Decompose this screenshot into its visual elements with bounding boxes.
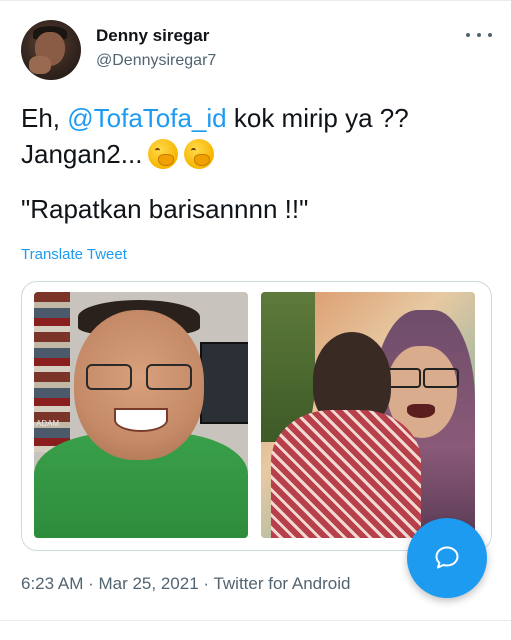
tweet-line-1: Eh, @TofaTofa_id kok mirip ya ?? — [21, 100, 491, 136]
tweet-text-suffix: kok mirip ya ?? — [226, 103, 409, 133]
tweet-timestamp[interactable]: 6:23 AM · Mar 25, 2021 · Twitter for And… — [21, 574, 350, 594]
mention-link[interactable]: @TofaTofa_id — [67, 103, 226, 133]
chat-bubble-icon — [435, 546, 459, 569]
media-container: ADAM — [21, 281, 492, 551]
top-divider — [0, 0, 511, 1]
avatar[interactable] — [21, 20, 81, 80]
hand-over-mouth-emoji — [148, 139, 179, 169]
photo-right[interactable] — [261, 292, 475, 538]
photo-left[interactable]: ADAM — [34, 292, 248, 538]
keffiyeh-scarf — [271, 410, 421, 538]
compose-fab-button[interactable] — [407, 518, 487, 598]
tweet-line-3: "Rapatkan barisannnn !!" — [21, 194, 309, 224]
smile — [114, 408, 168, 432]
user-handle[interactable]: @Dennysiregar7 — [96, 52, 216, 70]
tweet-text-prefix: Eh, — [21, 103, 68, 133]
hand-over-mouth-emoji — [184, 139, 215, 169]
book-label: ADAM — [36, 419, 60, 428]
bottom-divider — [0, 620, 511, 621]
glasses — [385, 368, 459, 388]
mouth — [407, 404, 435, 418]
tweet-line-2: Jangan2... — [21, 136, 491, 172]
display-name[interactable]: Denny siregar — [96, 26, 209, 46]
translate-tweet-link[interactable]: Translate Tweet — [21, 246, 127, 263]
glasses — [86, 364, 192, 390]
more-horizontal-icon[interactable] — [466, 28, 492, 42]
tweet-text: Eh, @TofaTofa_id kok mirip ya ?? Jangan2… — [21, 100, 491, 227]
tweet-text-line2: Jangan2... — [21, 139, 143, 169]
bookshelf — [34, 292, 70, 452]
monitor — [200, 342, 248, 424]
